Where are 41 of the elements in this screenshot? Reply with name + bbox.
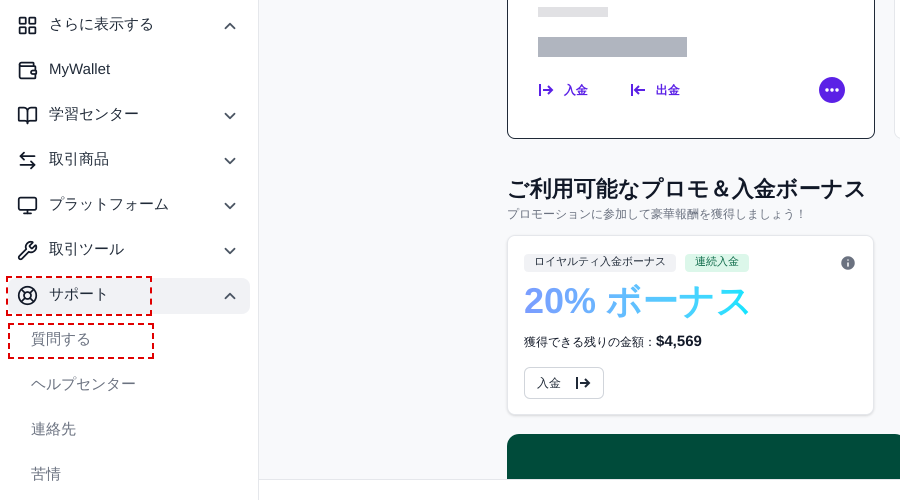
sidebar-item-label: MyWallet [49,60,110,80]
sidebar-item-label: 取引ツール [49,240,124,260]
sidebar-item[interactable]: さらに表示する [8,8,250,44]
tag: 連続入金 [685,254,749,272]
amount-label: 獲得できる残りの金額： [524,334,656,350]
sidebar-item[interactable]: プラットフォーム [8,188,250,224]
section-subtitle: プロモーションに参加して豪華報酬を獲得しましょう！ [507,206,808,222]
arrow-right-bar-icon [575,376,591,390]
sidebar-item[interactable]: 学習センター [8,98,250,134]
monitor-icon [17,195,38,216]
sidebar-item[interactable]: MyWallet [8,52,250,88]
sidebar-item-label: 取引商品 [49,150,109,170]
swap-arrows-icon [17,150,38,171]
submenu-item[interactable]: 連絡先 [10,414,152,446]
grid-icon [17,15,38,36]
info-icon[interactable] [839,254,857,272]
blurred-text [538,7,608,17]
submenu-item[interactable]: ヘルプセンター [10,370,152,402]
wallet-icon [17,60,38,81]
sidebar-item-label: サポート [49,285,109,306]
deposit-button[interactable]: 入金 [538,81,588,99]
tools-icon [17,240,38,261]
more-button[interactable] [819,77,845,103]
lifebuoy-icon [17,285,38,306]
submenu-item[interactable]: 質問する [10,324,152,356]
more-dots-icon [825,88,839,92]
sidebar-item-label: さらに表示する [49,15,154,36]
arrow-right-bar-icon [538,83,554,97]
withdraw-button[interactable]: 出金 [630,81,680,99]
section-title: ご利用可能なプロモ＆入金ボーナス [507,175,868,202]
arrow-left-bar-icon [630,83,646,97]
book-icon [17,105,38,126]
sidebar-item[interactable]: 取引ツール [8,232,250,268]
submenu-item[interactable]: 苦情 [10,460,152,492]
sidebar-item[interactable]: サポート [8,278,250,314]
amount-value: $4,569 [656,332,702,352]
tag: ロイヤルティ入金ボーナス [524,254,676,272]
deposit-button[interactable]: 入金 [524,367,604,399]
sidebar-item[interactable]: 取引商品 [8,142,250,178]
sidebar-item-label: プラットフォーム [49,195,169,216]
sidebar-item-label: 学習センター [49,105,139,126]
